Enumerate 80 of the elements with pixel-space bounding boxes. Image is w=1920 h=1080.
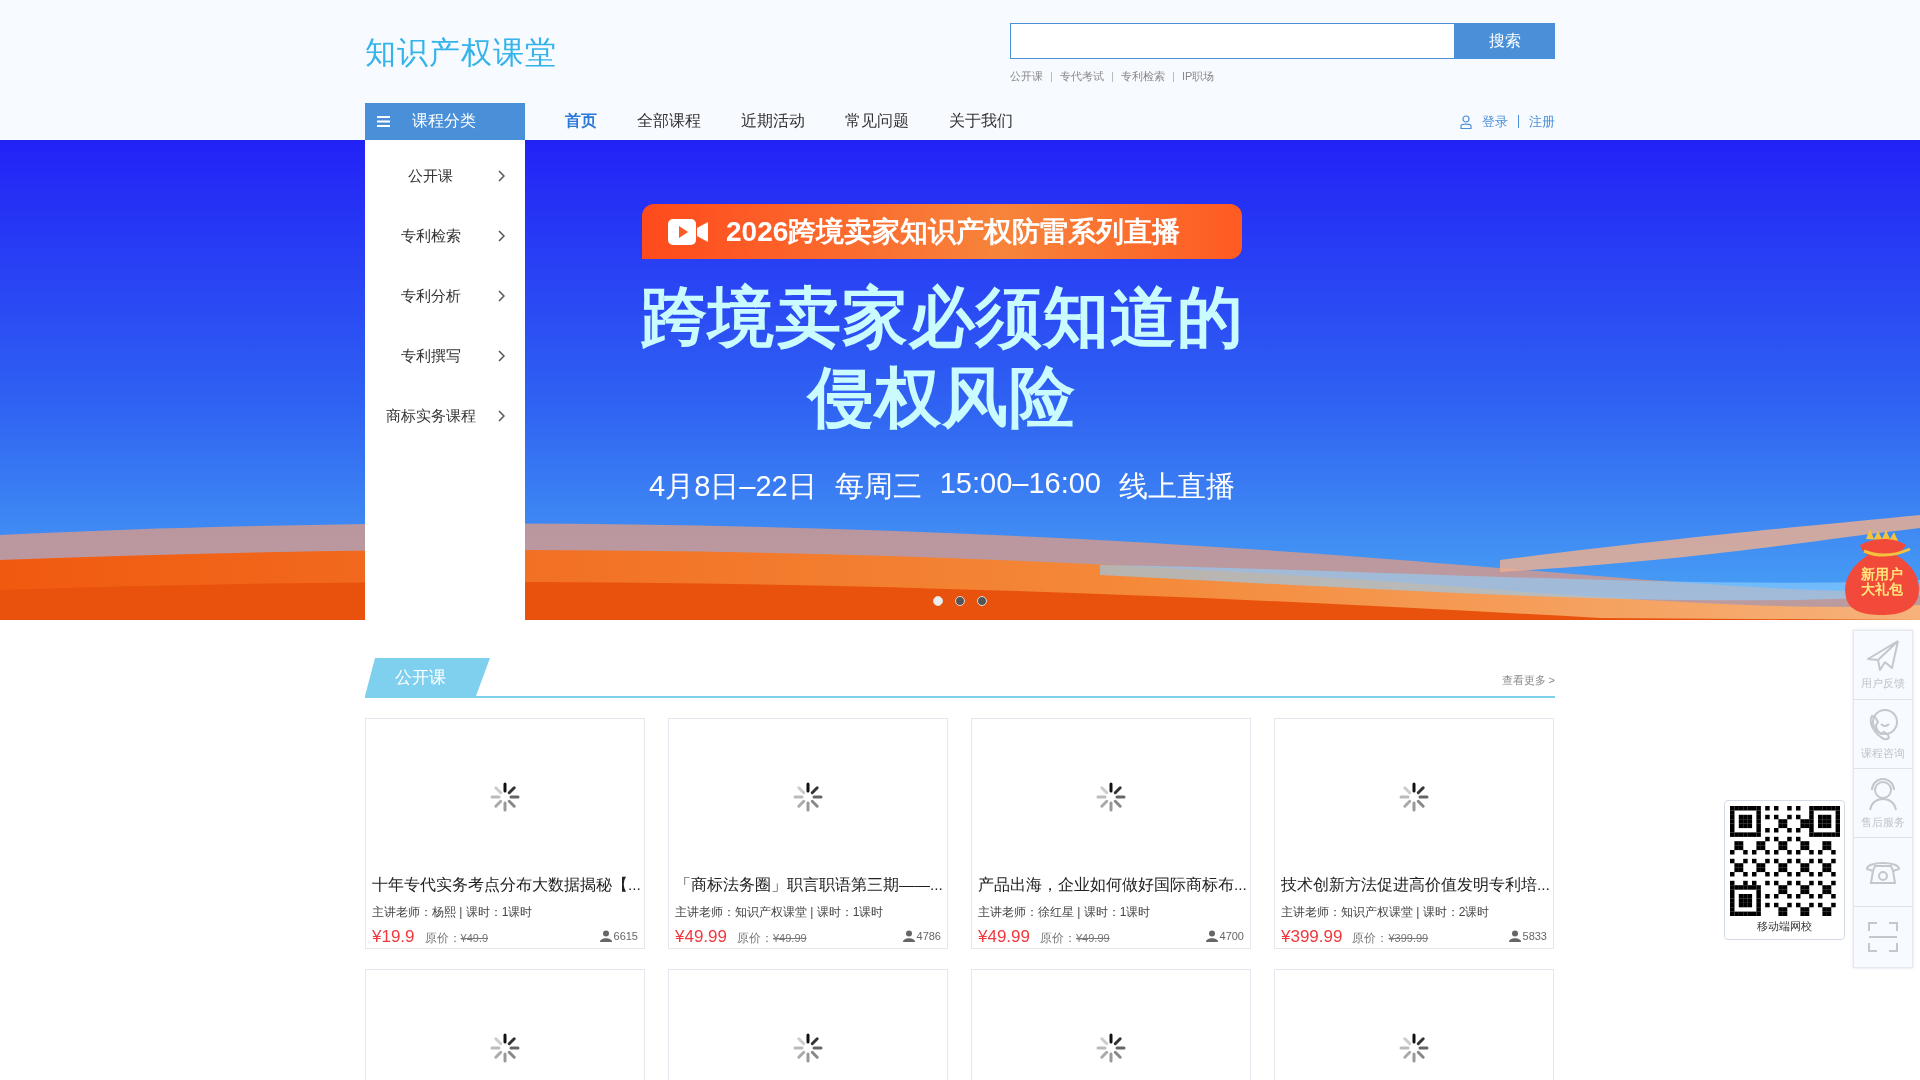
view-more-link[interactable]: 查看更多 >: [1501, 673, 1555, 688]
original-price: ¥49.9: [460, 932, 489, 944]
loading-spinner-icon: [489, 1032, 521, 1064]
hot-search-link[interactable]: IP职场: [1182, 69, 1215, 84]
person-icon: [902, 930, 915, 942]
loading-spinner-icon: [1095, 781, 1127, 813]
category-menu-item[interactable]: 商标实务课程: [365, 386, 525, 446]
course-teacher-info: 主讲老师：杨熙 | 课时：1课时: [371, 904, 534, 921]
carousel-dot[interactable]: [977, 596, 987, 606]
chevron-right-icon: [497, 230, 505, 242]
category-menu-item[interactable]: 专利撰写: [365, 326, 525, 386]
gift-bag-icon: [1844, 529, 1920, 615]
original-price: ¥49.99: [1076, 932, 1110, 944]
banner-schedule-text: 每周三: [834, 469, 922, 504]
banner-headline: 跨境卖家必须知道的: [640, 279, 1244, 356]
course-title[interactable]: 技术创新方法促进高价值发明专利培...: [1275, 875, 1553, 896]
chevron-right-icon: [497, 170, 505, 182]
nav-tab[interactable]: 近期活动: [729, 111, 817, 132]
course-card[interactable]: 产品出海，企业如何做好国际商标布... 主讲老师：徐红星 | 课时：1课时 ¥49.99 原价：¥49.99 4700: [971, 718, 1251, 949]
course-card[interactable]: 「商标法务圈」职言职语第三期——... 主讲老师：知识产权课堂 | 课时：1课时 ¥49.99 原价：¥49.99 4786: [668, 718, 948, 949]
qr-caption: 移动端网校: [1757, 919, 1812, 934]
search-field[interactable]: [1010, 23, 1455, 59]
video-camera-icon: [668, 218, 708, 245]
original-price-label: 原价：: [424, 930, 461, 947]
chevron-right-icon: [497, 350, 505, 362]
nav-tab[interactable]: 关于我们: [937, 111, 1025, 132]
course-title[interactable]: 产品出海，企业如何做好国际商标布...: [972, 875, 1250, 896]
course-price: ¥19.9: [372, 927, 415, 947]
chevron-right-icon: [497, 290, 505, 302]
original-price-label: 原价：: [737, 930, 773, 947]
nav-tab[interactable]: 全部课程: [625, 111, 713, 132]
category-menu-item[interactable]: 专利检索: [365, 206, 525, 266]
category-menu-item[interactable]: 公开课: [365, 146, 525, 206]
person-icon: [599, 930, 612, 942]
user-icon: [1460, 114, 1472, 129]
hot-search-link[interactable]: 专代考试: [1060, 69, 1104, 84]
carousel-dot[interactable]: [933, 596, 943, 606]
student-count: 4700: [1219, 930, 1244, 942]
telephone-icon: [1865, 859, 1901, 885]
paper-plane-icon: [1866, 639, 1900, 672]
banner-schedule-text: 15:00–16:00: [939, 467, 1101, 501]
student-count: 5833: [1522, 930, 1547, 942]
student-count: 4786: [916, 930, 941, 942]
course-card[interactable]: 技术创新方法促进高价值发明专利培... 主讲老师：知识产权课堂 | 课时：2课时 ¥399.99 原价：¥399.99 5833: [1274, 718, 1554, 949]
course-price: ¥49.99: [978, 927, 1030, 947]
scan-icon: [1867, 921, 1899, 953]
original-price-label: 原价：: [1352, 930, 1389, 947]
banner-schedule-text: 线上直播: [1118, 469, 1235, 504]
loading-spinner-icon: [1398, 1032, 1430, 1064]
loading-spinner-icon: [792, 781, 824, 813]
live-series-banner: 2026跨境卖家知识产权防雷系列直播: [642, 204, 1242, 259]
course-teacher-info: 主讲老师：知识产权课堂 | 课时：2课时: [1280, 904, 1491, 921]
course-title[interactable]: 「商标法务圈」职言职语第三期——...: [669, 875, 947, 896]
original-price: ¥49.99: [773, 932, 807, 944]
course-teacher-info: 主讲老师：徐红星 | 课时：1课时: [977, 904, 1152, 921]
nav-tab[interactable]: 首页: [553, 111, 609, 132]
course-title[interactable]: 十年专代实务考点分布大数据揭秘【...: [366, 875, 644, 896]
loading-spinner-icon: [792, 1032, 824, 1064]
loading-spinner-icon: [1398, 781, 1430, 813]
course-teacher-info: 主讲老师：知识产权课堂 | 课时：1课时: [674, 904, 885, 921]
carousel-dot[interactable]: [955, 596, 965, 606]
nav-tab[interactable]: 常见问题: [833, 111, 921, 132]
course-price: ¥399.99: [1281, 927, 1343, 947]
student-count: 6615: [613, 930, 638, 942]
course-card[interactable]: 十年专代实务考点分布大数据揭秘【... 主讲老师：杨熙 | 课时：1课时 ¥19.9 原价：¥49.9 6615: [365, 718, 645, 949]
loading-spinner-icon: [1095, 1032, 1127, 1064]
original-price-label: 原价：: [1040, 930, 1076, 947]
original-price: ¥399.99: [1388, 932, 1429, 944]
loading-spinner-icon: [489, 781, 521, 813]
chevron-right-icon: [497, 410, 505, 422]
person-icon: [1205, 930, 1218, 942]
banner-headline: 侵权风险: [808, 359, 1076, 436]
banner-schedule-text: 4月8日–22日: [649, 469, 817, 504]
headset-person-icon: [1866, 776, 1900, 811]
hot-search-link[interactable]: 公开课: [1010, 69, 1043, 84]
person-icon: [1508, 930, 1521, 942]
menu-icon: [377, 116, 390, 127]
course-price: ¥49.99: [675, 927, 727, 947]
category-menu-item[interactable]: 专利分析: [365, 266, 525, 326]
hot-search-link[interactable]: 专利检索: [1121, 69, 1165, 84]
